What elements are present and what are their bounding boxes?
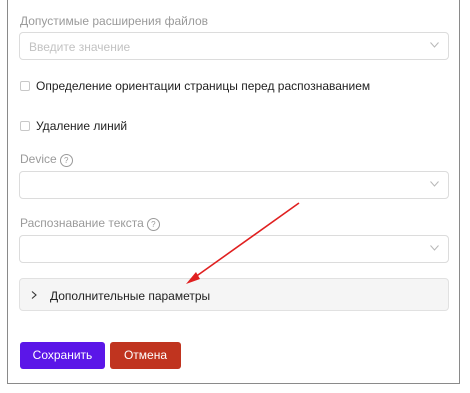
save-button[interactable]: Сохранить bbox=[20, 342, 105, 369]
form-panel: Допустимые расширения файлов Введите зна… bbox=[7, 0, 460, 384]
extensions-select[interactable]: Введите значение bbox=[19, 32, 449, 60]
text-recognition-label: Распознавание текста bbox=[20, 216, 144, 230]
extensions-placeholder: Введите значение bbox=[29, 40, 131, 54]
chevron-right-icon bbox=[31, 291, 37, 299]
text-recognition-select[interactable] bbox=[19, 235, 449, 263]
chevron-down-icon bbox=[430, 181, 439, 187]
orientation-checkbox[interactable] bbox=[20, 81, 30, 91]
advanced-parameters-label: Дополнительные параметры bbox=[50, 289, 211, 303]
device-label-row: Device? bbox=[20, 152, 73, 167]
advanced-parameters-collapse[interactable]: Дополнительные параметры bbox=[19, 278, 449, 311]
orientation-checkbox-row[interactable]: Определение ориентации страницы перед ра… bbox=[20, 79, 370, 93]
lines-checkbox[interactable] bbox=[20, 121, 30, 131]
chevron-down-icon bbox=[430, 42, 439, 48]
help-icon[interactable]: ? bbox=[59, 154, 73, 167]
cancel-button[interactable]: Отмена bbox=[110, 342, 181, 369]
device-select[interactable] bbox=[19, 171, 449, 199]
help-icon[interactable]: ? bbox=[146, 218, 160, 231]
lines-checkbox-label: Удаление линий bbox=[36, 119, 128, 133]
extensions-label: Допустимые расширения файлов bbox=[20, 14, 209, 28]
orientation-checkbox-label: Определение ориентации страницы перед ра… bbox=[36, 79, 371, 93]
lines-checkbox-row[interactable]: Удаление линий bbox=[20, 119, 127, 133]
device-label: Device bbox=[20, 152, 57, 166]
text-recognition-label-row: Распознавание текста? bbox=[20, 216, 160, 231]
chevron-down-icon bbox=[430, 245, 439, 251]
